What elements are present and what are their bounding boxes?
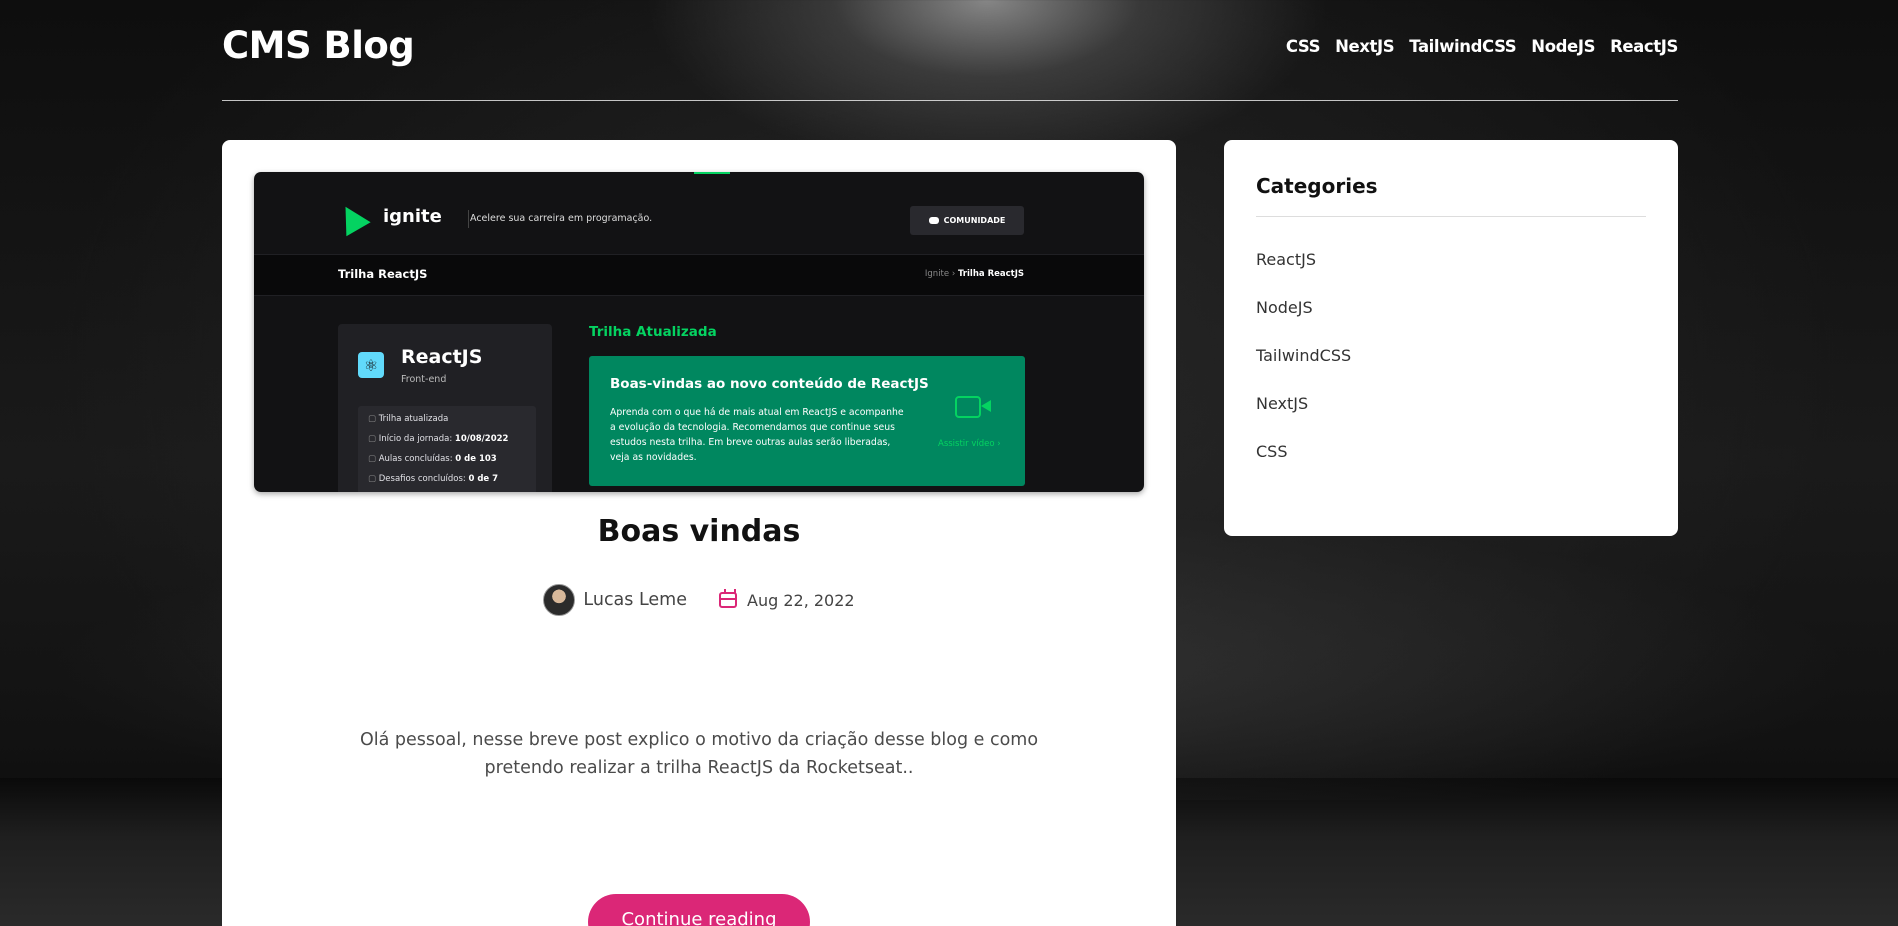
hero-breadcrumb-current: Trilha ReactJS — [957, 269, 1024, 279]
hero-breadcrumb: Ignite › Trilha ReactJS — [925, 269, 1024, 279]
categories-title: Categories — [1256, 174, 1646, 217]
categories-list: ReactJS NodeJS TailwindCSS NextJS CSS — [1256, 250, 1351, 490]
ignite-logo-icon — [333, 199, 371, 237]
category-link-nodejs[interactable]: NodeJS — [1256, 298, 1351, 346]
hero-card-subtitle: Front-end — [401, 374, 447, 385]
post-title[interactable]: Boas vindas — [222, 514, 1176, 549]
hero-trail-card: ⚛ ReactJS Front-end Trilha atualizada In… — [338, 324, 552, 492]
site-brand[interactable]: CMS Blog — [222, 24, 415, 67]
post-author: Lucas Leme — [543, 584, 687, 616]
hero-card-title: ReactJS — [401, 346, 483, 368]
ignite-logo-text: ignite — [383, 206, 442, 227]
post-excerpt: Olá pessoal, nesse breve post explico o … — [359, 730, 1039, 778]
hero-welcome-box: Boas-vindas ao novo conteúdo de ReactJS … — [589, 356, 1025, 486]
nav-link-tailwindcss[interactable]: TailwindCSS — [1409, 37, 1516, 56]
hero-top-accent — [694, 172, 730, 174]
hero-trail-bar: Trilha ReactJS Ignite › Trilha ReactJS — [254, 254, 1144, 296]
category-link-css[interactable]: CSS — [1256, 442, 1351, 490]
hero-updated-label: Trilha Atualizada — [589, 324, 717, 340]
site-header: CMS Blog CSS NextJS TailwindCSS NodeJS R… — [222, 0, 1678, 101]
hero-card-item: Desafios concluídos: 0 de 7 — [368, 474, 536, 484]
hero-welcome-title: Boas-vindas ao novo conteúdo de ReactJS — [610, 376, 929, 392]
hero-tagline: Acelere sua carreira em programação. — [470, 213, 653, 224]
hero-community-button: COMUNIDADE — [910, 206, 1024, 235]
post-date-text: Aug 22, 2022 — [747, 590, 855, 610]
category-link-reactjs[interactable]: ReactJS — [1256, 250, 1351, 298]
author-name: Lucas Leme — [583, 590, 687, 610]
hero-card-list: Trilha atualizada Início da jornada: 10/… — [358, 406, 536, 492]
calendar-icon — [719, 589, 737, 608]
hero-divider — [468, 210, 469, 228]
discord-icon — [928, 217, 939, 224]
hero-breadcrumb-home: Ignite — [924, 269, 950, 279]
category-link-nextjs[interactable]: NextJS — [1256, 394, 1351, 442]
hero-trail-title: Trilha ReactJS — [338, 267, 428, 281]
hero-card-item: Trilha atualizada — [368, 414, 536, 424]
nav-link-reactjs[interactable]: ReactJS — [1610, 37, 1678, 56]
post-featured-image[interactable]: ignite Acelere sua carreira em programaç… — [254, 172, 1144, 492]
category-link-tailwindcss[interactable]: TailwindCSS — [1256, 346, 1351, 394]
video-camera-icon — [955, 396, 991, 418]
post-date: Aug 22, 2022 — [719, 589, 855, 610]
nav-link-css[interactable]: CSS — [1286, 37, 1321, 56]
post-meta: Lucas Leme Aug 22, 2022 — [222, 584, 1176, 616]
react-icon: ⚛ — [358, 352, 384, 378]
main-nav: CSS NextJS TailwindCSS NodeJS ReactJS — [1286, 37, 1679, 56]
hero-community-label: COMUNIDADE — [943, 216, 1006, 225]
continue-reading-button[interactable]: Continue reading — [588, 894, 810, 926]
hero-card-item: Início da jornada: 10/08/2022 — [368, 434, 536, 444]
post-card: ignite Acelere sua carreira em programaç… — [222, 140, 1176, 926]
hero-watch-video: Assistir vídeo › — [938, 439, 1001, 449]
nav-link-nodejs[interactable]: NodeJS — [1531, 37, 1595, 56]
hero-card-item: Aulas concluídas: 0 de 103 — [368, 454, 536, 464]
nav-link-nextjs[interactable]: NextJS — [1335, 37, 1395, 56]
categories-widget: Categories ReactJS NodeJS TailwindCSS Ne… — [1224, 140, 1678, 536]
hero-welcome-text: Aprenda com o que há de mais atual em Re… — [610, 407, 904, 463]
author-avatar — [543, 584, 576, 616]
